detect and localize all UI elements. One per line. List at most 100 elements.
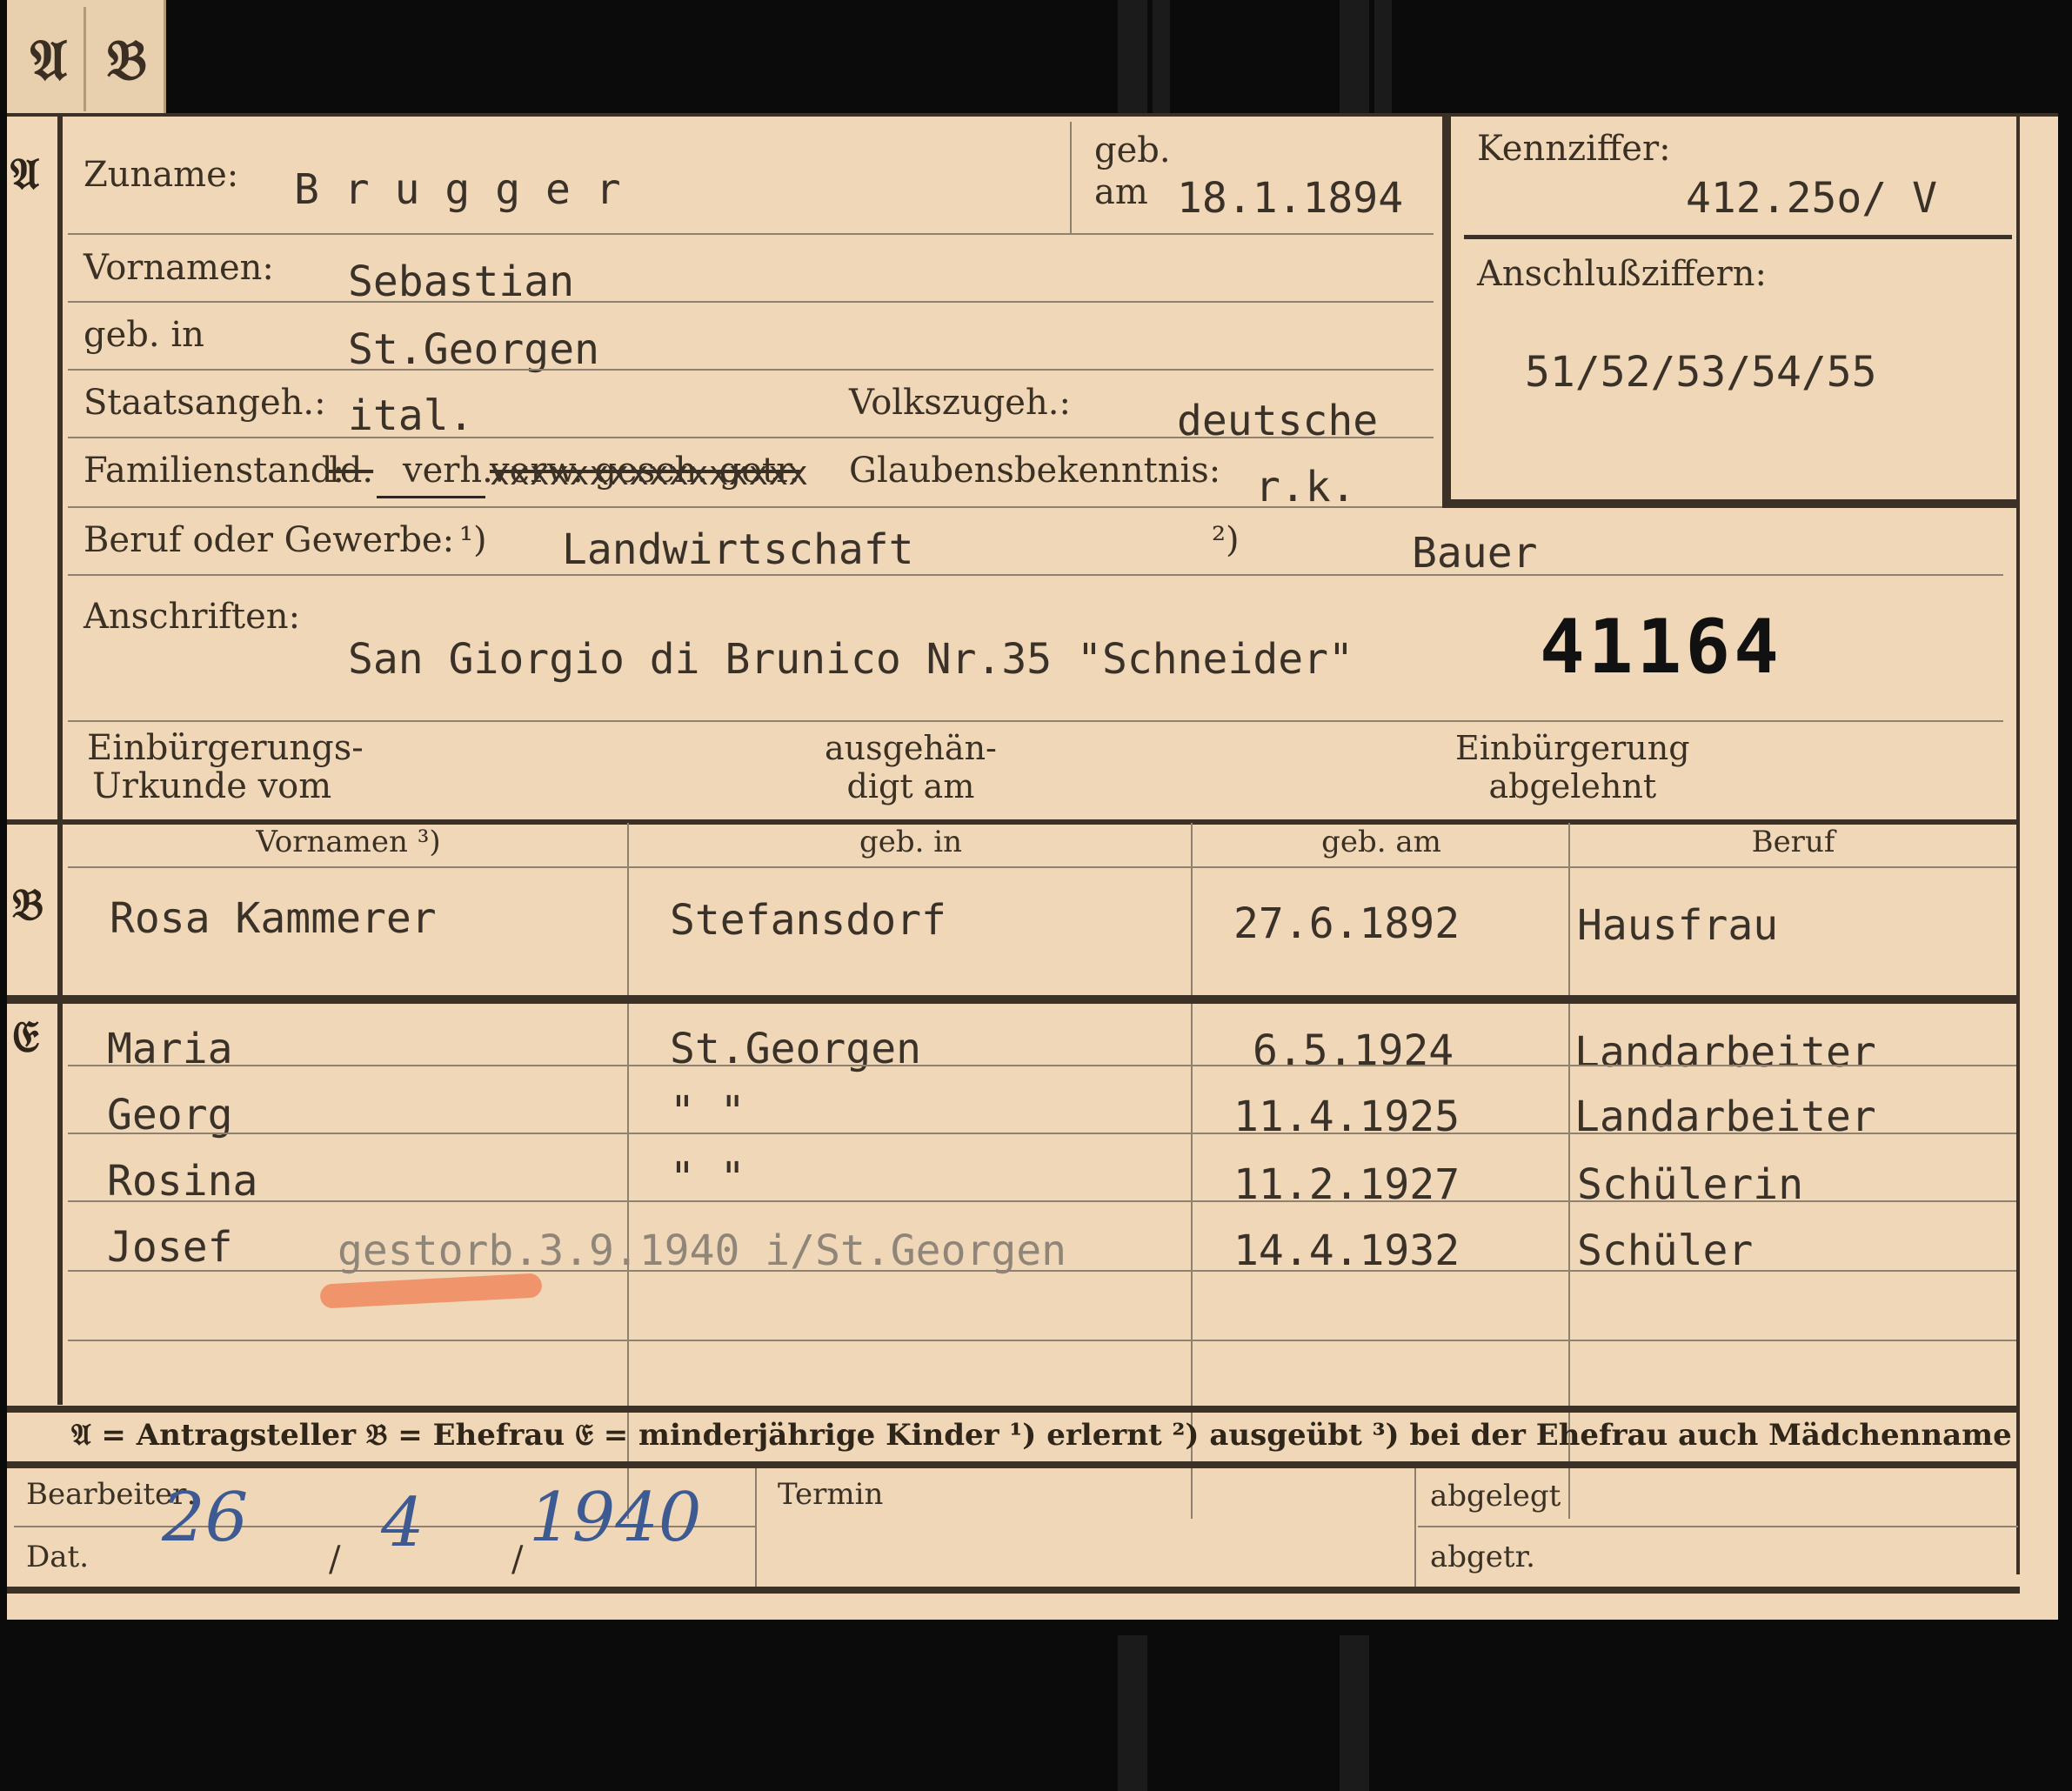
section-b-marker: 𝔅 [12,879,44,930]
handwritten-day: 26 [162,1479,249,1557]
divider [1070,122,1072,235]
row-rule [68,301,1434,303]
spouse-name: Rosa Kammerer [110,894,437,943]
scanner-shadow [1340,0,1369,113]
row-rule [68,233,1434,235]
birthplace-value: St.Georgen [348,325,599,374]
selected-underline [377,496,485,498]
occupation-learned-value: Landwirtschaft [562,525,914,574]
naturalization-denied-label-line: abgelehnt [1488,767,1657,805]
child-name: Rosina [107,1157,258,1206]
row-rule [68,1340,2016,1341]
born-on-label-1: geb. [1094,130,1171,170]
date-separator: / [329,1540,341,1580]
section-c-rule [7,995,2020,1004]
header-first-names: Vornamen ³) [256,825,441,859]
child-occupation: Schüler [1577,1226,1754,1275]
card-top-rule [7,113,2058,117]
child-birthplace: " " [670,1153,745,1202]
child-birth-date: 6.5.1924 [1253,1026,1454,1075]
scanner-shadow [1118,1635,1147,1791]
naturalization-certificate-label-line: Urkunde vom [92,766,332,806]
right-border [2016,113,2020,1574]
ethnicity-label: Volkszugeh.: [849,383,1071,423]
child-birthplace: " " [670,1087,745,1136]
handwritten-month: 4 [381,1484,424,1562]
child-death-note: gestorb.3.9.1940 i/St.Georgen [338,1226,1067,1275]
handwritten-year: 1940 [529,1479,702,1557]
footer-divider [755,1468,757,1587]
marital-status-label: Familienstand: [84,451,344,491]
citizenship-value: ital. [348,391,474,440]
file-number-value: 412.25o/ V [1686,174,1937,223]
address-value: San Giorgio di Brunico Nr.35 "Schneider" [348,635,1353,684]
legend: 𝔄 = Antragsteller 𝔅 = Ehefrau 𝔈 = minder… [71,1418,2012,1453]
section-c-marker: 𝔈 [12,1011,39,1062]
first-names-label: Vornamen: [84,248,274,288]
row-rule [68,1133,2016,1134]
index-tabs: 𝔄 𝔅 [7,0,166,115]
scanner-shadow [1374,0,1392,113]
row-rule [68,506,1442,508]
appointment-label: Termin [778,1477,884,1512]
footer-rule [1418,1526,2018,1527]
legend-rule [7,1461,2020,1468]
linked-numbers-value: 51/52/53/54/55 [1525,348,1877,397]
tab-a: 𝔄 [30,28,68,93]
address-label: Anschriften: [84,597,301,637]
surname-label: Zuname: [84,155,239,195]
row-rule [68,720,2003,722]
row-rule [68,574,2003,576]
child-name: Josef [107,1223,233,1272]
tab-divider [84,7,86,111]
occupation-footnote-2: ²) [1212,520,1240,560]
spouse-birthplace: Stefansdorf [670,896,946,945]
occupation-footnote-1: ¹) [459,520,487,560]
filed-label: abgelegt [1430,1479,1561,1514]
highlight-mark [319,1273,543,1309]
religion-value: r.k. [1255,463,1356,511]
card-bottom-rule [7,1587,2020,1594]
row-rule [68,369,1434,371]
legend-rule [7,1406,2020,1413]
tab-b: 𝔅 [106,28,148,93]
row-rule [68,437,1434,438]
header-occupation: Beruf [1751,825,1835,859]
column-divider [1568,823,1570,1519]
file-number-rule [1464,235,2012,239]
header-birth-date: geb. am [1321,825,1441,859]
first-names-value: Sebastian [348,257,575,306]
occupation-label: Beruf oder Gewerbe: [84,520,455,560]
row-rule [68,1200,2016,1202]
naturalization-denied-label-line: Einbürgerung [1455,729,1690,767]
handed-over-label-line: ausgehän- [825,729,997,767]
file-number-box-border [1442,499,2020,508]
linked-numbers-label: Anschlußziffern: [1477,254,1767,294]
date-label: Dat. [26,1540,90,1574]
handed-over-label: ausgehän- digt am [825,729,997,805]
header-birthplace: geb. in [859,825,963,859]
religion-label: Glaubensbekenntnis: [849,451,1221,491]
row-rule [68,1065,2016,1066]
naturalization-denied-label: Einbürgerung abgelehnt [1455,729,1690,805]
scanner-shadow [1340,1635,1369,1791]
marital-status-struck: ld. [329,451,374,491]
date-separator: / [511,1540,524,1580]
born-on-label-2: am [1094,172,1148,212]
birthplace-label: geb. in [84,315,204,355]
scanner-shadow [1153,0,1170,113]
row-rule [68,1270,2016,1272]
naturalization-certificate-label-line: Einbürgerungs- [87,728,364,768]
file-number-label: Kennziffer: [1477,129,1671,169]
marital-status-xs: xxxxxxxxxxxxxxxx [490,454,809,492]
spouse-birth-date: 27.6.1892 [1233,899,1460,948]
footer-divider [1414,1468,1416,1587]
section-a-marker: 𝔄 [10,148,40,199]
naturalization-certificate-label: Einbürgerungs- Urkunde vom [87,729,364,805]
stamp-number: 41164 [1540,604,1782,691]
child-birth-date: 14.4.1932 [1233,1226,1460,1275]
marital-status-selected: verh. [403,451,493,491]
handed-over-label-line: digt am [846,767,975,805]
separated-label: abgetr. [1430,1540,1535,1574]
file-number-box-border [1442,117,1451,506]
